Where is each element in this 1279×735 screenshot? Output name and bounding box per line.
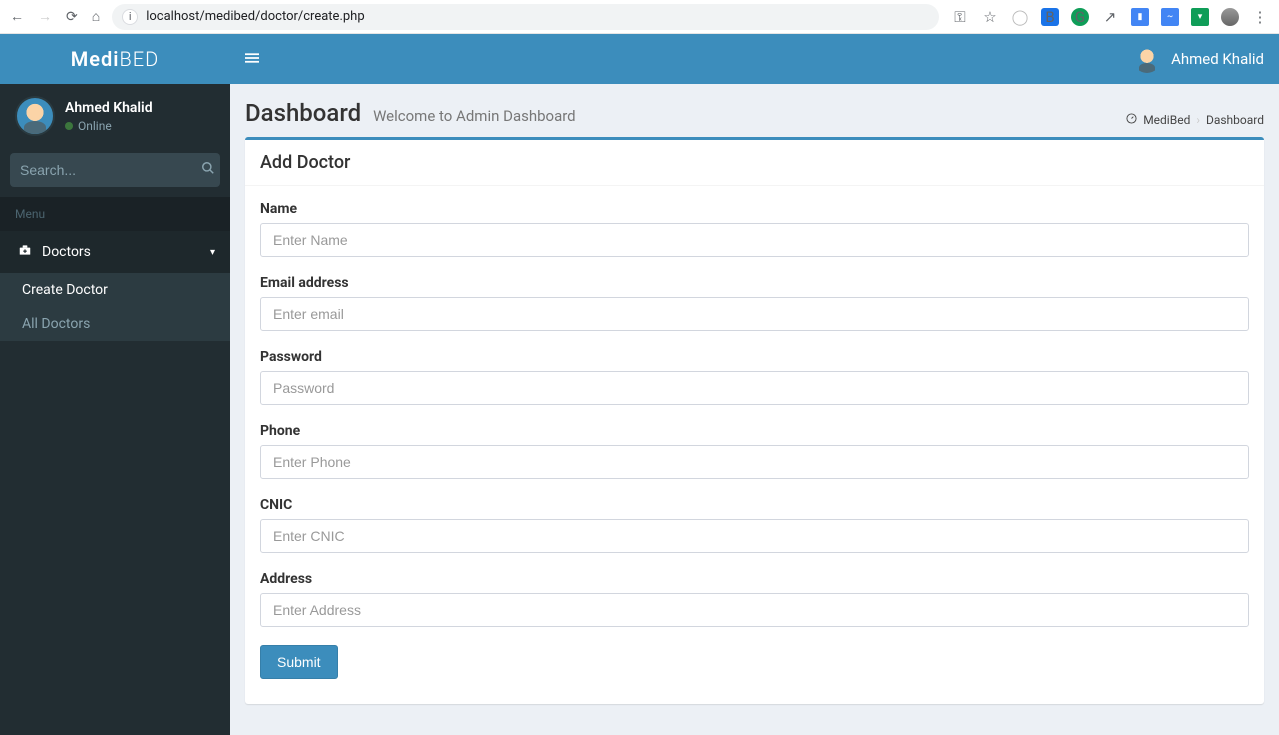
dashboard-icon [1126,113,1137,127]
page-subtitle: Welcome to Admin Dashboard [373,107,576,125]
topbar-user-name: Ahmed Khalid [1171,50,1264,68]
content-header: Dashboard Welcome to Admin Dashboard Med… [230,84,1279,137]
chevron-down-icon: ▾ [210,247,215,258]
password-label: Password [260,349,1249,365]
profile-avatar[interactable] [1221,8,1239,26]
shield-icon[interactable]: ◯ [1011,8,1029,26]
box-header: Add Doctor [245,140,1264,186]
address-label: Address [260,571,1249,587]
extension-icon-2[interactable]: ▮ [1131,8,1149,26]
logo-light: BED [119,47,159,71]
logo[interactable]: MediBED [0,34,230,84]
grammarly-icon[interactable]: G [1071,8,1089,26]
search-icon[interactable] [201,161,215,179]
submit-button[interactable]: Submit [260,645,338,679]
cnic-label: CNIC [260,497,1249,513]
breadcrumb-current: Dashboard [1206,113,1264,127]
sidebar: MediBED Ahmed Khalid Online Menu Doctors… [0,34,230,735]
avatar[interactable] [15,96,55,136]
menu-section-label: Menu [0,197,230,231]
extension-icon-4[interactable]: ▾ [1191,8,1209,26]
phone-label: Phone [260,423,1249,439]
topbar-user[interactable]: Ahmed Khalid [1133,45,1264,73]
breadcrumb-home[interactable]: MediBed [1143,113,1190,127]
extension-icon-3[interactable]: ~ [1161,8,1179,26]
sidebar-item-all-doctors[interactable]: All Doctors [0,307,230,341]
email-label: Email address [260,275,1249,291]
sidebar-search[interactable] [10,153,220,187]
site-info-icon[interactable]: i [122,9,138,25]
user-name: Ahmed Khalid [65,100,153,116]
forward-button[interactable]: → [38,8,52,25]
breadcrumb-separator: › [1196,113,1200,127]
briefcase-medical-icon [18,243,32,261]
breadcrumb: MediBed › Dashboard [1126,113,1264,127]
address-bar[interactable]: i localhost/medibed/doctor/create.php [112,4,939,30]
back-button[interactable]: ← [10,8,24,25]
address-input[interactable] [260,593,1249,627]
sidebar-item-doctors[interactable]: Doctors ▾ [0,231,230,273]
name-input[interactable] [260,223,1249,257]
sidebar-toggle-button[interactable] [245,50,259,69]
extension-icon[interactable]: B [1041,8,1059,26]
cnic-input[interactable] [260,519,1249,553]
page-title: Dashboard Welcome to Admin Dashboard [245,99,576,127]
phone-input[interactable] [260,445,1249,479]
key-icon[interactable]: ⚿ [951,8,969,26]
box-title: Add Doctor [260,152,1249,173]
reload-button[interactable]: ⟳ [66,9,78,25]
main-content: Ahmed Khalid Dashboard Welcome to Admin … [230,34,1279,735]
sidebar-item-label: Doctors [42,244,91,260]
devtools-icon[interactable]: ↗ [1101,8,1119,26]
url-text: localhost/medibed/doctor/create.php [146,9,364,24]
topbar: Ahmed Khalid [230,34,1279,84]
email-input[interactable] [260,297,1249,331]
home-button[interactable]: ⌂ [92,8,100,25]
menu-icon[interactable]: ⋮ [1251,8,1269,26]
name-label: Name [260,201,1249,217]
online-dot-icon [65,122,73,130]
form-box: Add Doctor Name Email address Password [245,137,1264,704]
user-status: Online [65,119,153,133]
logo-bold: Medi [71,47,120,71]
avatar [1133,45,1161,73]
browser-toolbar: ← → ⟳ ⌂ i localhost/medibed/doctor/creat… [0,0,1279,34]
password-input[interactable] [260,371,1249,405]
sidebar-item-create-doctor[interactable]: Create Doctor [0,273,230,307]
user-panel: Ahmed Khalid Online [0,84,230,148]
search-input[interactable] [20,162,201,178]
bookmark-star-icon[interactable]: ☆ [981,8,999,26]
